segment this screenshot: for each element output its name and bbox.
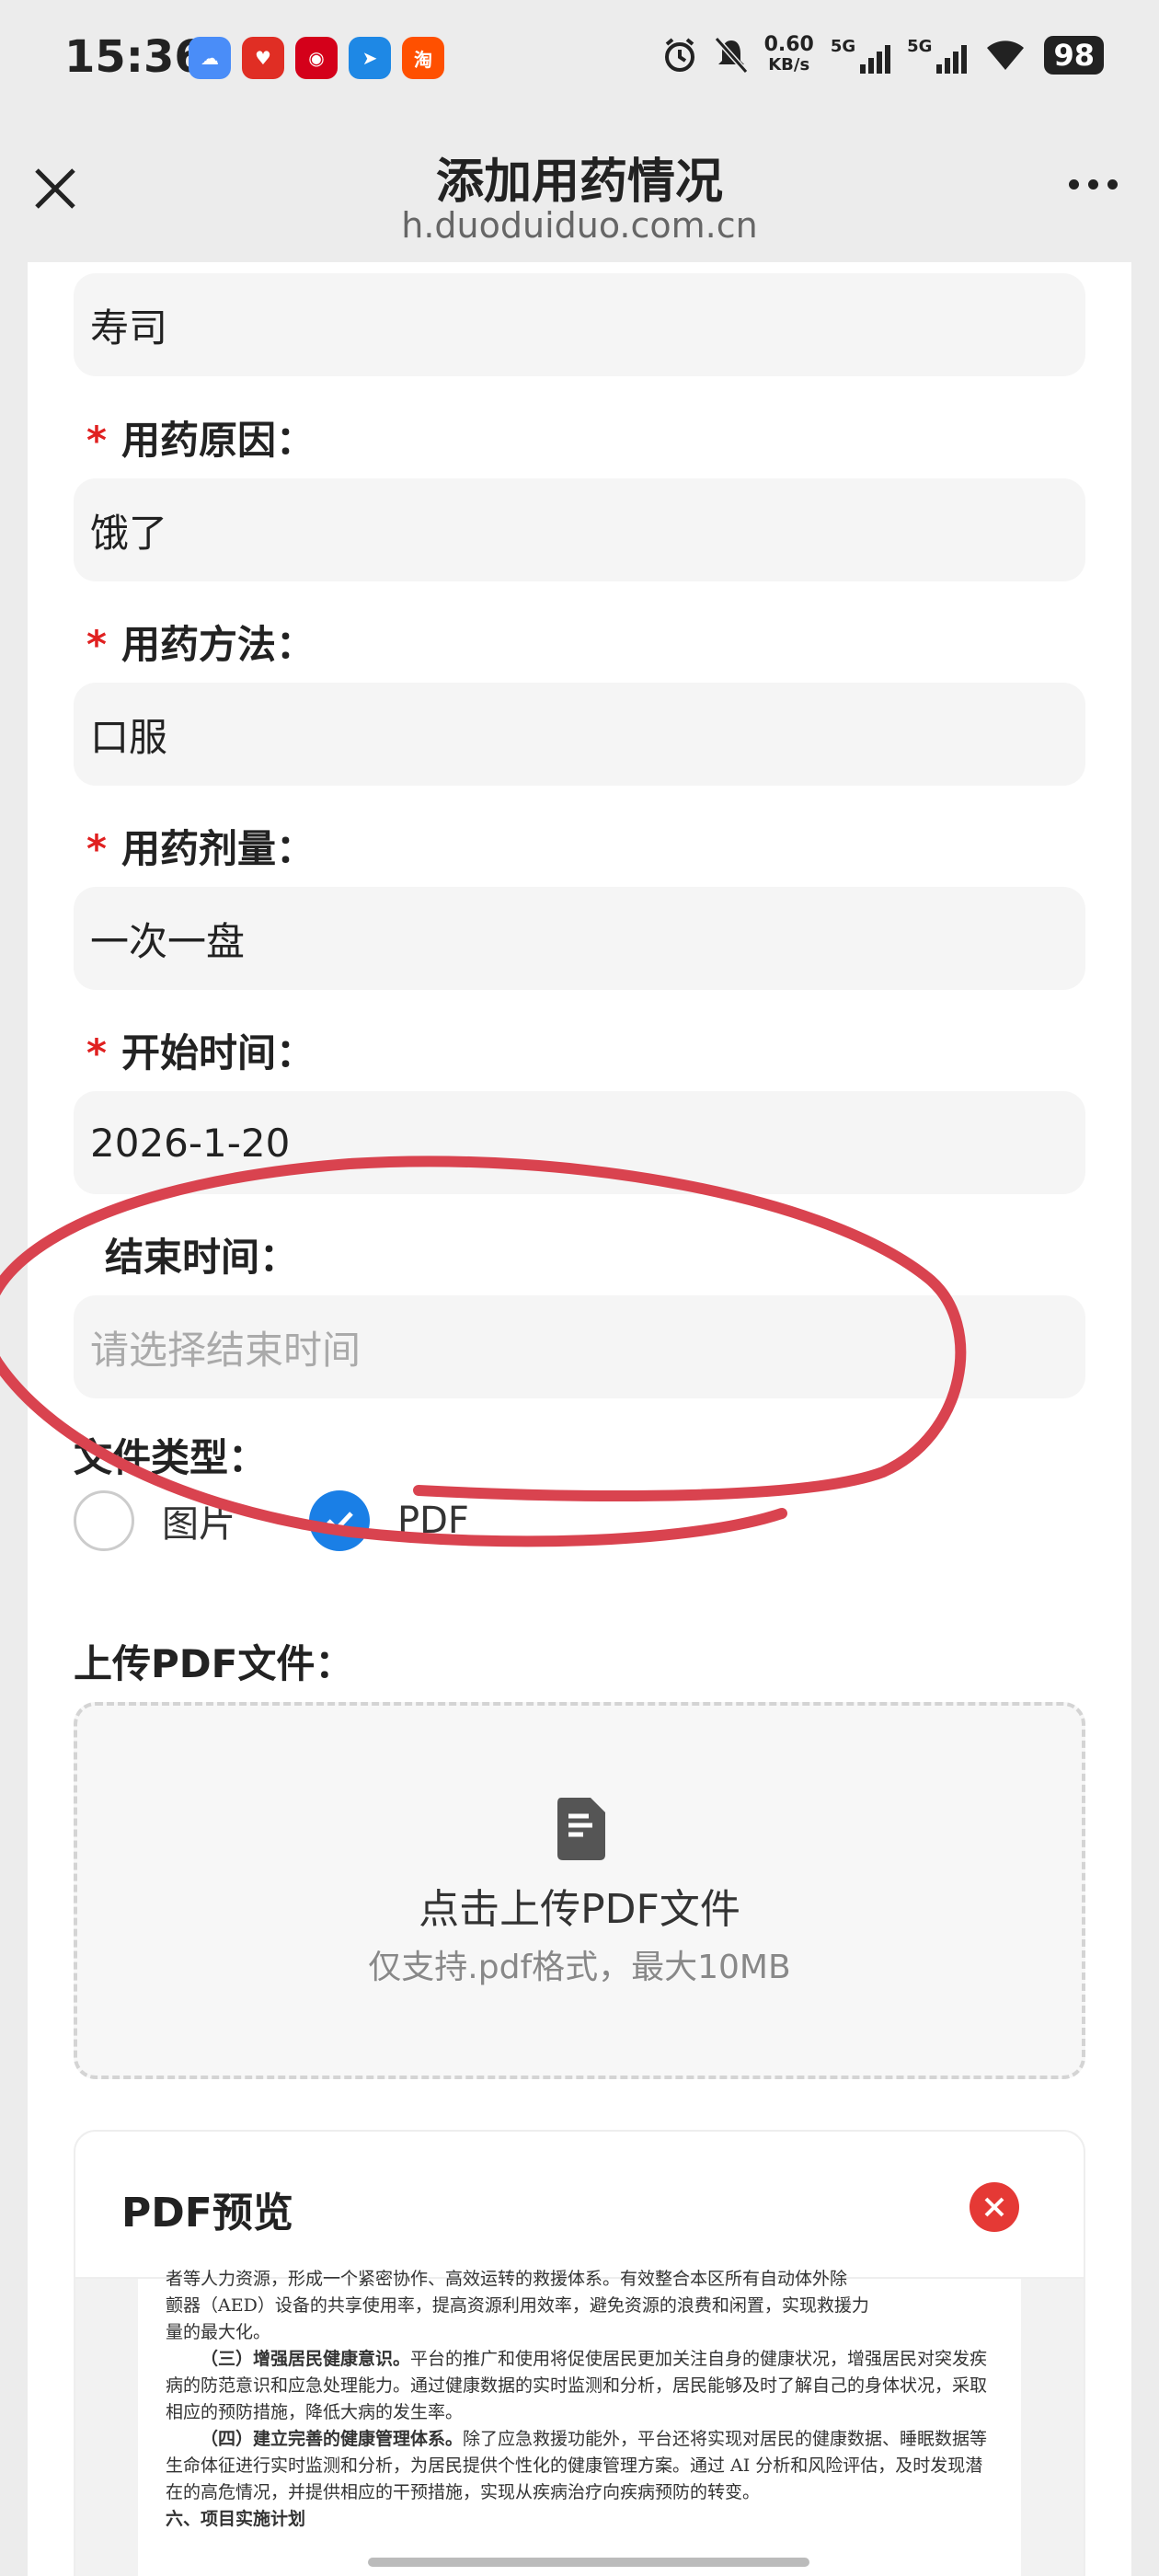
upload-hint: 仅支持.pdf格式，最大10MB xyxy=(368,1949,791,1986)
dose-field[interactable]: 一次一盘 xyxy=(74,887,1085,990)
end-time-label: 结束时间： xyxy=(105,1235,299,1280)
alarm-icon xyxy=(664,38,694,72)
reason-label: * 用药原因： xyxy=(86,418,315,463)
more-menu-icon[interactable] xyxy=(1069,179,1118,190)
taobao-icon: 淘 xyxy=(402,37,444,79)
status-bar: 15:36 ☁ ♥ ◉ ➤ 淘 0.60 KB/s 5G 5G 98 xyxy=(0,0,1159,124)
method-label: * 用药方法： xyxy=(86,622,315,667)
pdf-paragraph: （三）增强居民健康意识。平台的推广和使用将促使居民更加关注自身的健康状况，增强居… xyxy=(166,2349,988,2422)
status-indicators: 0.60 KB/s 5G 5G 98 xyxy=(661,35,1104,75)
form-page: 寿司 * 用药原因： 饿了 * 用药方法： 口服 * 用药剂量： 一次一盘 * 开始时间… xyxy=(28,262,1131,2576)
pdf-line: 者等人力资源，形成一个紧密协作、高效运转的救援体系。有效整合本区所有自动体外除 xyxy=(166,2269,848,2289)
upload-label: 上传PDF文件： xyxy=(74,1641,354,1686)
document-icon xyxy=(557,1798,605,1860)
pdf-heading: 六、项目实施计划 xyxy=(166,2509,306,2529)
net-speed: 0.60 KB/s xyxy=(763,33,814,75)
signal-5g-2: 5G xyxy=(907,37,968,74)
page-url: h.duoduiduo.com.cn xyxy=(401,205,758,246)
pdf-upload-area[interactable]: 点击上传PDF文件 仅支持.pdf格式，最大10MB xyxy=(74,1702,1085,2079)
pdf-line: 颤器（AED）设备的共享使用率，提高资源利用效率，避免资源的浪费和闲置，实现救援… xyxy=(166,2295,869,2316)
dingtalk-icon: ➤ xyxy=(349,37,391,79)
tmall-icon: ◉ xyxy=(295,37,338,79)
radio-image-label[interactable]: 图片 xyxy=(162,1494,235,1547)
nav-bar: 添加用药情况 h.duoduiduo.com.cn xyxy=(0,124,1159,262)
mute-icon xyxy=(714,37,748,74)
start-time-label: * 开始时间： xyxy=(86,1030,315,1075)
upload-title: 点击上传PDF文件 xyxy=(419,1886,740,1933)
wifi-icon xyxy=(987,40,1025,70)
pinduoduo-icon: ♥ xyxy=(242,37,284,79)
pdf-preview-title: PDF预览 xyxy=(121,2190,293,2237)
check-icon xyxy=(327,1512,353,1533)
pdf-preview-header: PDF预览 xyxy=(75,2132,1084,2279)
dose-label: * 用药剂量： xyxy=(86,826,315,871)
radio-pdf-label[interactable]: PDF xyxy=(397,1500,469,1542)
page-title: 添加用药情况 xyxy=(435,155,723,210)
close-icon xyxy=(984,2197,1004,2217)
start-time-field[interactable]: 2026-1-20 xyxy=(74,1091,1085,1194)
close-preview-button[interactable] xyxy=(970,2182,1019,2232)
file-type-label: 文件类型： xyxy=(74,1435,268,1480)
pdf-page: 者等人力资源，形成一个紧密协作、高效运转的救援体系。有效整合本区所有自动体外除 … xyxy=(138,2269,1021,2576)
drug-name-field[interactable]: 寿司 xyxy=(74,273,1085,376)
reason-field[interactable]: 饿了 xyxy=(74,478,1085,581)
end-time-field[interactable]: 请选择结束时间 xyxy=(74,1295,1085,1398)
method-field[interactable]: 口服 xyxy=(74,683,1085,786)
status-clock: 15:36 xyxy=(64,31,205,83)
pdf-paragraph: （四）建立完善的健康管理体系。除了应急救援功能外，平台还将实现对居民的健康数据、… xyxy=(166,2429,988,2502)
pdf-line: 量的最大化。 xyxy=(166,2322,271,2342)
signal-5g-1: 5G xyxy=(831,37,891,74)
radio-pdf[interactable] xyxy=(309,1490,370,1551)
pdf-preview-card: PDF预览 者等人力资源，形成一个紧密协作、高效运转的救援体系。有效整合本区所有… xyxy=(74,2130,1085,2576)
battery-indicator: 98 xyxy=(1044,36,1104,75)
home-indicator[interactable] xyxy=(368,2558,809,2567)
notification-app-icons: ☁ ♥ ◉ ➤ 淘 xyxy=(189,37,444,79)
radio-image[interactable] xyxy=(74,1490,134,1551)
file-type-radio-group: 图片 PDF xyxy=(74,1490,543,1551)
pdf-preview-body[interactable]: 者等人力资源，形成一个紧密协作、高效运转的救援体系。有效整合本区所有自动体外除 … xyxy=(75,2269,1084,2576)
baidu-netdisk-icon: ☁ xyxy=(189,37,231,79)
